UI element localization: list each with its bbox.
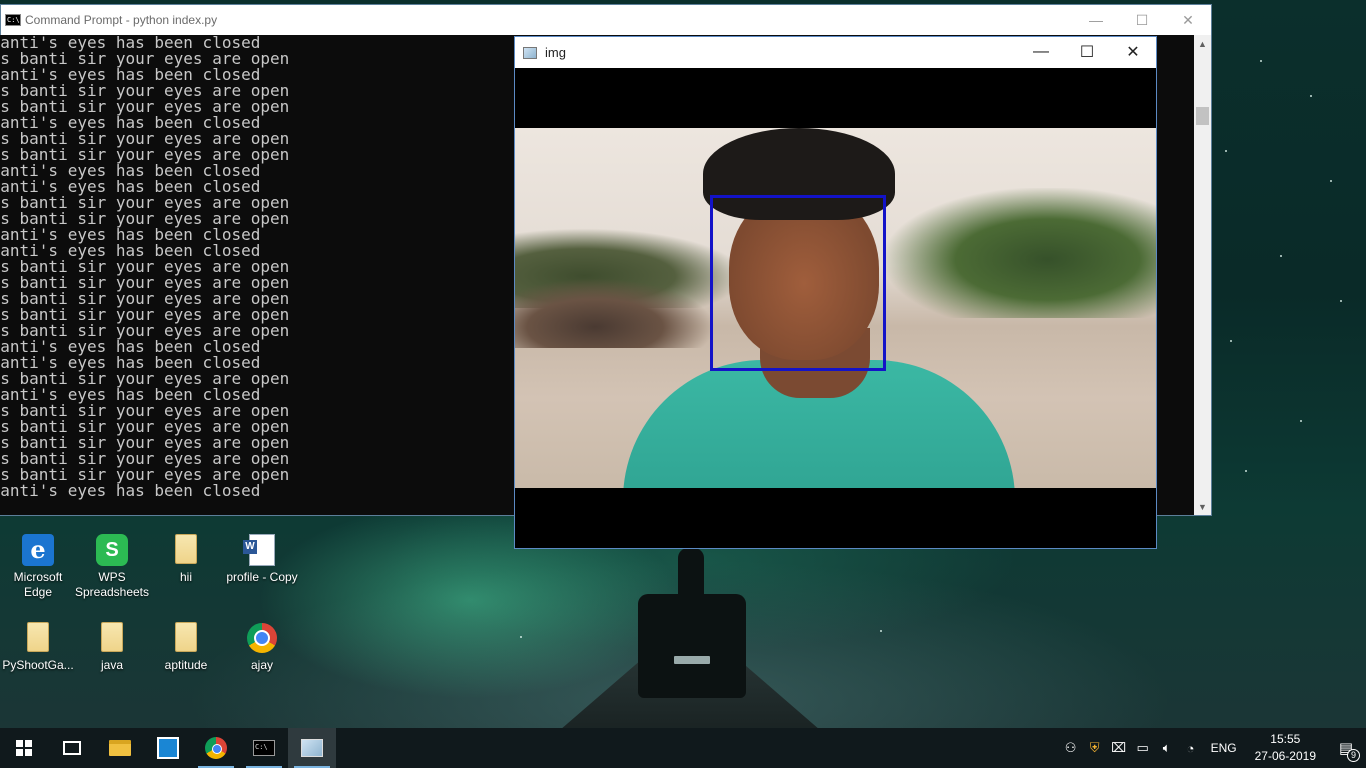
desktop-icon-label: aptitude: [164, 658, 208, 672]
taskbar-file-explorer[interactable]: [96, 728, 144, 768]
chrome-icon: [246, 622, 278, 654]
folder-icon: [96, 622, 128, 654]
desktop-icon-aptitude[interactable]: aptitude: [148, 622, 224, 673]
wallpaper-star: [520, 636, 522, 638]
jeep-plate: [674, 656, 710, 664]
cmd-maximize-button[interactable]: ☐: [1119, 5, 1165, 35]
desktop-icon-pyshootgame[interactable]: PyShootGa...: [0, 622, 76, 673]
webcam-frame: [515, 128, 1156, 488]
desktop-icon-label: java: [100, 658, 123, 672]
taskbar: C:\ ⚇ ⛨ ⌧ ▭ 🔈︎ ◔ ENG 15:55 27-06-2019 ▤ …: [0, 728, 1366, 768]
command-prompt-icon: C:\: [253, 740, 275, 756]
desktop-icon-label: profile - Copy: [226, 570, 298, 584]
volume-icon[interactable]: 🔈︎: [1155, 728, 1179, 768]
desktop-icon-wps-spreadsheets[interactable]: S WPS Spreadsheets: [74, 534, 150, 600]
img-maximize-button[interactable]: ☐: [1064, 37, 1110, 67]
word-document-icon: [246, 534, 278, 566]
command-prompt-icon: C:\: [5, 14, 21, 26]
language-indicator[interactable]: ENG: [1203, 741, 1245, 755]
security-shield-icon[interactable]: ⛨: [1083, 728, 1107, 768]
wallpaper-star: [1340, 300, 1342, 302]
wallpaper-star: [1230, 340, 1232, 342]
desktop-icon-label: hii: [179, 570, 192, 584]
clock-time: 15:55: [1270, 732, 1301, 746]
img-window-icon: [301, 739, 323, 757]
action-center-button[interactable]: ▤ 9: [1326, 728, 1366, 768]
chrome-icon: [205, 737, 227, 759]
task-view-button[interactable]: [48, 728, 96, 768]
people-icon[interactable]: ⚇: [1059, 728, 1083, 768]
wallpaper-star: [1260, 60, 1262, 62]
img-window-icon: [523, 46, 537, 59]
scroll-up-arrow-icon[interactable]: ▲: [1194, 35, 1211, 52]
folder-icon: [170, 534, 202, 566]
desktop-icon-microsoft-edge[interactable]: e Microsoft Edge: [0, 534, 76, 600]
img-close-button[interactable]: ✕: [1110, 37, 1156, 67]
img-window-title: img: [545, 45, 566, 60]
taskbar-command-prompt[interactable]: C:\: [240, 728, 288, 768]
img-window[interactable]: img — ☐ ✕: [514, 36, 1157, 549]
wallpaper-star: [1330, 180, 1332, 182]
desktop-icon-label: PyShootGa...: [2, 658, 74, 672]
taskbar-chrome[interactable]: [192, 728, 240, 768]
background-rocks: [515, 278, 715, 348]
scroll-down-arrow-icon[interactable]: ▼: [1194, 498, 1211, 515]
wallpaper-star: [1300, 420, 1302, 422]
desktop-icon-label: ajay: [250, 658, 273, 672]
desktop-icon-label: Microsoft Edge: [13, 570, 63, 599]
cmd-close-button[interactable]: ✕: [1165, 5, 1211, 35]
wallpaper-person-silhouette: [678, 548, 704, 596]
battery-icon[interactable]: ▭: [1131, 728, 1155, 768]
network-disconnected-icon[interactable]: ⌧: [1107, 728, 1131, 768]
taskbar-store[interactable]: [144, 728, 192, 768]
img-minimize-button[interactable]: —: [1018, 37, 1064, 67]
cmd-scrollbar[interactable]: ▲ ▼: [1194, 35, 1211, 515]
wallpaper-star: [880, 630, 882, 632]
start-button[interactable]: [0, 728, 48, 768]
img-window-controls: — ☐ ✕: [1018, 37, 1156, 67]
clock[interactable]: 15:55 27-06-2019: [1245, 731, 1326, 765]
cmd-minimize-button[interactable]: —: [1073, 5, 1119, 35]
wallpaper-star: [1225, 150, 1227, 152]
background-trees: [885, 188, 1156, 318]
img-titlebar[interactable]: img — ☐ ✕: [515, 37, 1156, 68]
edge-icon: e: [22, 534, 54, 566]
img-viewport: [515, 68, 1156, 548]
wps-spreadsheets-icon: S: [96, 534, 128, 566]
desktop-icon-profile-copy[interactable]: profile - Copy: [224, 534, 300, 585]
task-view-icon: [63, 741, 81, 755]
store-icon: [157, 737, 179, 759]
folder-icon: [22, 622, 54, 654]
cmd-titlebar[interactable]: C:\ Command Prompt - python index.py — ☐…: [1, 5, 1211, 35]
desktop-icon-hii[interactable]: hii: [148, 534, 224, 585]
wallpaper-star: [1280, 255, 1282, 257]
taskbar-img-window[interactable]: [288, 728, 336, 768]
cmd-window-title: Command Prompt - python index.py: [25, 13, 218, 27]
wallpaper-jeep: [638, 594, 746, 698]
desktop-icon-java[interactable]: java: [74, 622, 150, 673]
file-explorer-icon: [109, 740, 131, 756]
desktop-icon-ajay[interactable]: ajay: [224, 622, 300, 673]
desktop-icon-label: WPS Spreadsheets: [74, 570, 150, 599]
folder-icon: [170, 622, 202, 654]
start-icon: [16, 740, 32, 756]
face-detection-box: [710, 195, 886, 371]
wifi-icon[interactable]: ◔: [1179, 728, 1203, 768]
notification-count-badge: 9: [1347, 749, 1360, 762]
cmd-scroll-thumb[interactable]: [1196, 107, 1209, 125]
system-tray: ⚇ ⛨ ⌧ ▭ 🔈︎ ◔ ENG 15:55 27-06-2019 ▤ 9: [1059, 728, 1366, 768]
cmd-window-controls: — ☐ ✕: [1073, 5, 1211, 35]
wallpaper-star: [1245, 470, 1247, 472]
wallpaper-star: [1310, 95, 1312, 97]
clock-date: 27-06-2019: [1254, 749, 1316, 763]
